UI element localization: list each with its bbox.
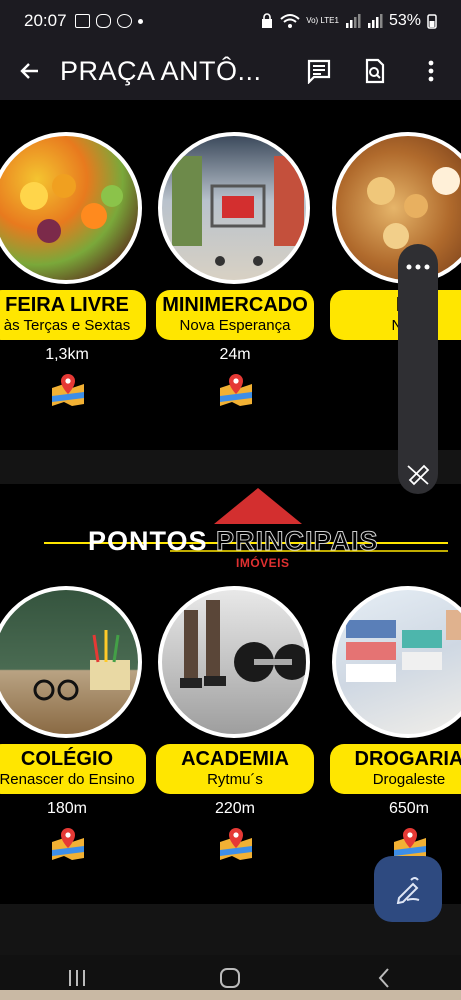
stylus-off-icon[interactable] <box>398 458 438 488</box>
more-horiz-icon[interactable] <box>398 252 438 282</box>
signal-2-icon <box>367 14 383 28</box>
more-notifications-icon <box>137 18 143 24</box>
map-pin-icon <box>394 828 426 860</box>
poi-distance: 650m <box>388 800 430 817</box>
poi-subtitle: às Terças e Sextas <box>3 317 131 334</box>
poi-subtitle: Drogaleste <box>372 771 446 788</box>
map-pin-icon <box>52 374 84 406</box>
poi-title: FEIRA LIVRE <box>5 294 129 316</box>
more-vert-icon <box>428 60 434 82</box>
page-title: PRAÇA ANTÔ... <box>60 55 262 86</box>
find-in-page-icon <box>365 58 385 84</box>
comment-icon <box>307 59 331 84</box>
poi-title: MINIMERCADO <box>162 294 308 316</box>
signal-icon <box>345 14 361 28</box>
find-in-page-button[interactable] <box>355 51 395 91</box>
academia-image <box>158 586 310 738</box>
map-pin-icon <box>220 828 252 860</box>
chat-notification-icon <box>95 14 111 28</box>
whatsapp-notification-icon <box>116 14 132 28</box>
poi-title: ACADEMIA <box>181 748 289 770</box>
banner-subtitle: IMÓVEIS <box>236 556 290 570</box>
wifi-icon <box>280 14 300 28</box>
poi-distance: 180m <box>46 800 88 817</box>
back-button[interactable] <box>0 42 60 100</box>
map-pin-icon <box>52 828 84 860</box>
map-pin-icon <box>220 374 252 406</box>
poi-title: DROGARIA <box>354 748 461 770</box>
poi-distance: 24m <box>219 346 251 363</box>
gallery-notification-icon <box>74 14 90 28</box>
poi-subtitle: Nova Esperança <box>179 317 291 334</box>
annotate-fab[interactable] <box>374 856 442 922</box>
poi-subtitle: Nova <box>330 317 461 335</box>
poi-distance: 1,3km <box>45 346 89 363</box>
floating-toolbar[interactable] <box>398 244 438 494</box>
arrow-left-icon <box>20 63 38 79</box>
battery-percent: 53% <box>388 12 421 29</box>
poi-title: PA <box>330 293 461 317</box>
more-options-button[interactable] <box>411 51 451 91</box>
battery-icon <box>427 14 437 29</box>
recent-apps-icon[interactable] <box>65 967 89 989</box>
lock-icon <box>262 13 273 28</box>
network-label: Vo) LTE1 <box>306 16 339 25</box>
home-icon[interactable] <box>218 966 242 990</box>
poi-title: COLÉGIO <box>20 748 114 770</box>
status-bar: 20:07 Vo) LTE1 53% <box>0 0 461 42</box>
banner-title-faded: PRINCIPAIS <box>216 526 379 557</box>
document-viewer[interactable]: FEIRA LIVRE às Terças e Sextas 1,3km MIN… <box>0 100 461 955</box>
poi-subtitle: Renascer do Ensino <box>0 771 135 788</box>
status-time: 20:07 <box>24 11 67 30</box>
minimercado-image <box>158 132 310 284</box>
page-separator <box>0 450 461 484</box>
background-map-strip <box>0 990 461 1000</box>
pen-edit-icon <box>396 877 420 904</box>
back-nav-icon[interactable] <box>372 966 396 990</box>
app-bar: PRAÇA ANTÔ... <box>0 42 461 100</box>
pontos-principais-banner: PONTOS PRINCIPAIS IMÓVEIS <box>0 484 461 574</box>
banner-title-main: PONTOS <box>88 526 208 556</box>
poi-subtitle: Rytmu´s <box>207 771 263 788</box>
comments-button[interactable] <box>299 51 339 91</box>
poi-distance: 220m <box>214 800 256 817</box>
poi-distance: 5 <box>330 346 461 364</box>
